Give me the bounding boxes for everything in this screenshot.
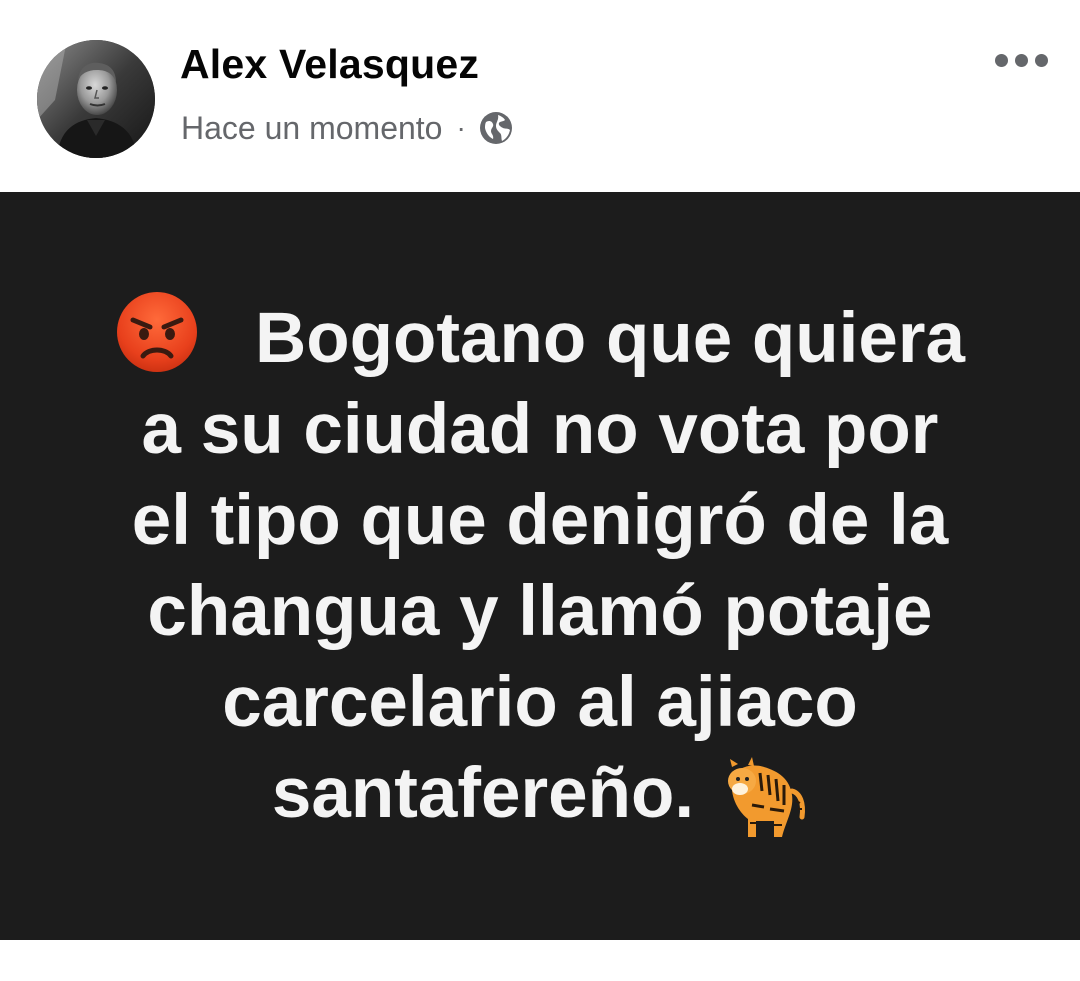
post-line-text: Bogotano que quiera xyxy=(255,299,965,378)
post-line: Bogotano que quiera xyxy=(0,290,1080,384)
author-avatar[interactable] xyxy=(37,40,155,158)
tiger-emoji xyxy=(728,757,806,837)
angry-face-emoji xyxy=(117,292,197,372)
post-timestamp[interactable]: Hace un momento xyxy=(181,110,442,147)
avatar-photo xyxy=(37,40,155,158)
meta-separator: · xyxy=(456,112,466,143)
post-message: Bogotano que quiera a su ciudad no vota … xyxy=(0,290,1080,841)
post-line: changua y llamó potaje xyxy=(147,572,933,651)
post-line-text: santafereño. xyxy=(271,754,695,833)
more-options-icon-dot xyxy=(1014,53,1028,67)
post-footer xyxy=(0,940,1080,981)
more-options-icon xyxy=(994,53,1008,67)
post-line: el tipo que denigró de la xyxy=(131,481,949,560)
post-line: a su ciudad no vota por xyxy=(141,390,939,469)
post-line: santafereño. xyxy=(0,748,1080,841)
post-header: Alex Velasquez Hace un momento · xyxy=(0,0,1080,192)
author-name[interactable]: Alex Velasquez xyxy=(180,41,479,88)
post-text-card: Bogotano que quiera a su ciudad no vota … xyxy=(0,192,1080,940)
globe-icon[interactable] xyxy=(478,110,514,146)
more-options-icon-dot xyxy=(1034,53,1048,67)
post-line: carcelario al ajiaco xyxy=(222,663,858,742)
more-options-button[interactable] xyxy=(986,42,1056,78)
post-meta: Hace un momento · xyxy=(181,106,514,150)
